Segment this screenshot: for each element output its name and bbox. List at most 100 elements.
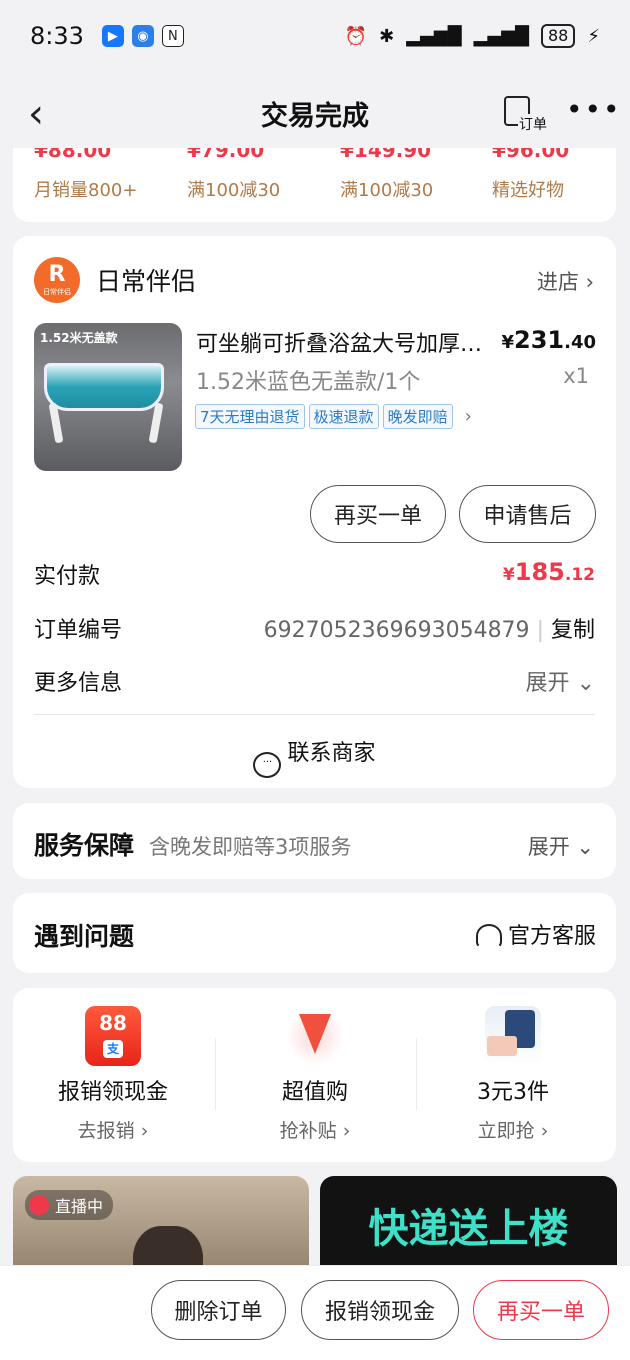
live-badge: 直播中 — [25, 1190, 114, 1220]
promo-sub-label: 立即抢 — [477, 1120, 535, 1142]
recommendation-price: ¥96.00 — [492, 148, 570, 162]
paid-currency: ¥ — [502, 565, 515, 585]
enter-store-link[interactable]: 进店 › — [537, 266, 594, 296]
contact-seller-label: 联系商家 — [287, 741, 376, 766]
service-desc: 含晚发即赔等3项服务 — [149, 835, 352, 859]
service-tag: 极速退款 — [308, 404, 379, 429]
chevron-down-icon: ⌄ — [576, 671, 595, 696]
more-dots-icon[interactable]: ••• — [566, 96, 622, 124]
buy-again-button[interactable]: 再买一单 — [310, 485, 446, 543]
contact-seller-button[interactable]: ··· 联系商家 — [13, 735, 616, 778]
recommendation-tag: 精选好物 — [492, 180, 564, 201]
product-image[interactable]: 1.52米无盖款 — [34, 323, 182, 471]
customer-service-button[interactable]: 官方客服 — [475, 918, 596, 950]
bathtub-leg — [148, 402, 164, 444]
promo-card: 88 支 报销领现金 去报销 › 超值购 抢补贴 › 3元3件 立即抢 › — [13, 988, 616, 1162]
product-title[interactable]: 可坐躺可折叠浴盆大号加厚成人泡澡桶 — [196, 326, 486, 358]
recommendation-price: ¥149.90 — [340, 148, 432, 162]
more-info-row[interactable]: 更多信息 展开 ⌄ — [34, 665, 595, 697]
box-shape — [487, 1036, 517, 1056]
buy-again-primary-button[interactable]: 再买一单 — [473, 1280, 609, 1340]
headset-icon — [475, 924, 502, 948]
live-indicator-icon — [29, 1195, 49, 1215]
recommendation-price: ¥88.00 — [34, 148, 112, 162]
service-tags[interactable]: 7天无理由退货 极速退款 晚发即赔 › — [195, 404, 472, 429]
express-delivery-text: 快递送上楼 — [368, 1206, 569, 1252]
paid-decimal: .12 — [564, 565, 595, 585]
status-bar: 8:33 ▶ ◉ N ⏰ ✱ ▂▄▆█ ▂▄▆█ 88 ⚡ — [0, 0, 630, 72]
bottom-action-bar: 删除订单 报销领现金 再买一单 — [0, 1265, 630, 1360]
down-arrow-deal-icon — [287, 1006, 343, 1066]
paid-amount-row: 实付款 ¥185.12 — [34, 558, 595, 589]
charging-icon: ⚡ — [587, 25, 600, 47]
status-time: 8:33 — [30, 22, 84, 50]
product-price: ¥231.40 — [501, 326, 596, 354]
nav-bar: ‹ 交易完成 订单 ••• — [0, 78, 630, 148]
promo-name: 3元3件 — [477, 1080, 549, 1105]
order-number-value: 6927052369693054879 — [263, 618, 530, 643]
promo-sub-label: 抢补贴 — [279, 1120, 337, 1142]
promo-item[interactable]: 超值购 抢补贴 › — [215, 1006, 415, 1143]
promo-item[interactable]: 88 支 报销领现金 去报销 › — [13, 1006, 213, 1143]
service-title: 服务保障 — [34, 831, 135, 860]
order-button[interactable]: 订单 — [500, 94, 552, 134]
promo-link[interactable]: 立即抢 › — [413, 1116, 613, 1143]
service-expand[interactable]: 展开 ⌄ — [528, 831, 594, 861]
bluetooth-icon: ✱ — [379, 25, 395, 47]
customer-service-label: 官方客服 — [507, 924, 596, 949]
goods-bundle-icon — [485, 1006, 541, 1066]
bathtub-graphic — [44, 363, 164, 411]
delete-order-button[interactable]: 删除订单 — [151, 1280, 286, 1340]
cash-reward-icon: 88 支 — [85, 1006, 141, 1066]
store-name[interactable]: 日常伴侣 — [96, 262, 196, 298]
enter-store-label: 进店 — [536, 270, 579, 294]
problem-card: 遇到问题 官方客服 — [13, 893, 616, 973]
back-arrow-icon[interactable]: ‹ — [28, 94, 44, 134]
order-card: R 日常伴侣 日常伴侣 进店 › 1.52米无盖款 可坐躺可折叠浴盆大号加厚成人… — [13, 236, 616, 788]
more-info-expand[interactable]: 展开 ⌄ — [526, 665, 595, 697]
store-logo[interactable]: R 日常伴侣 — [34, 257, 80, 303]
chevron-down-icon: ⌄ — [576, 835, 594, 859]
chevron-right-icon: › — [585, 270, 594, 294]
promo-link[interactable]: 去报销 › — [13, 1116, 213, 1143]
after-sales-button[interactable]: 申请售后 — [459, 485, 596, 543]
promo-link[interactable]: 抢补贴 › — [215, 1116, 415, 1143]
order-number-row: 订单编号 6927052369693054879 | 复制 — [34, 612, 595, 644]
promo-sub-label: 去报销 — [77, 1120, 135, 1142]
order-number-value-wrap: 6927052369693054879 | 复制 — [264, 612, 595, 644]
price-integer: 231 — [514, 326, 565, 354]
recommendation-tag: 满100减30 — [340, 180, 434, 201]
store-logo-letter: R — [48, 262, 66, 287]
price-decimal: .40 — [564, 332, 596, 353]
battery-icon: 88 — [541, 24, 576, 48]
more-info-label: 更多信息 — [34, 671, 123, 696]
arrow-shape — [299, 1014, 331, 1054]
signal-icon: ▂▄▆█ — [406, 25, 462, 47]
chevron-right-icon: › — [140, 1120, 149, 1142]
paid-label: 实付款 — [34, 564, 101, 589]
recommendation-tag: 月销量800+ — [34, 180, 138, 201]
chevron-right-icon: › — [540, 1120, 549, 1142]
recommendation-tag: 满100减30 — [187, 180, 281, 201]
chat-bubble-icon: ··· — [253, 752, 282, 778]
cash-reward-icon-sub: 支 — [103, 1040, 123, 1058]
expand-label: 展开 — [527, 835, 570, 859]
signal-icon-2: ▂▄▆█ — [473, 25, 529, 47]
store-logo-caption: 日常伴侣 — [43, 288, 71, 296]
service-tag: 晚发即赔 — [382, 404, 453, 429]
cash-reward-button[interactable]: 报销领现金 — [301, 1280, 459, 1340]
copy-button[interactable]: 复制 — [551, 618, 595, 643]
alarm-icon: ⏰ — [344, 25, 368, 47]
divider — [34, 714, 595, 715]
separator: | — [536, 618, 544, 643]
service-guarantee-card[interactable]: 服务保障 含晚发即赔等3项服务 展开 ⌄ — [13, 803, 616, 879]
promo-item[interactable]: 3元3件 立即抢 › — [413, 1006, 613, 1143]
live-label: 直播中 — [55, 1197, 104, 1216]
promo-name: 报销领现金 — [57, 1080, 168, 1105]
problem-title: 遇到问题 — [34, 922, 135, 951]
price-currency: ¥ — [501, 332, 514, 353]
service-tag: 7天无理由退货 — [195, 404, 305, 429]
product-spec: 1.52米蓝色无盖款/1个 — [196, 370, 421, 395]
promo-name: 超值购 — [281, 1080, 348, 1105]
wifi-notification-icon: ◉ — [131, 25, 154, 47]
